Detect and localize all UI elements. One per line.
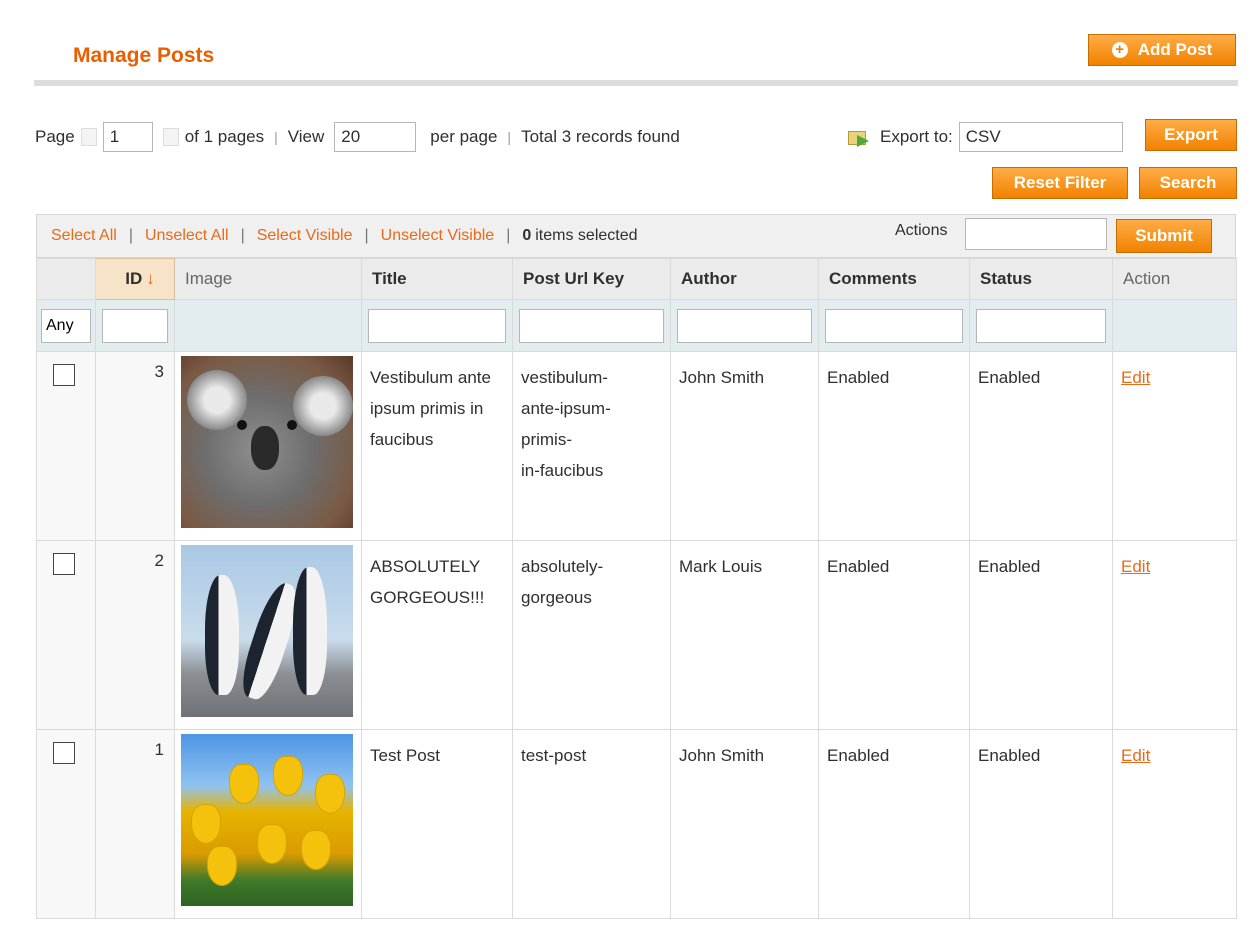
filter-url-key-input[interactable] [519, 308, 664, 343]
row-checkbox[interactable] [53, 364, 75, 386]
filter-comments-input[interactable] [825, 308, 963, 343]
table-row[interactable]: 3 Vestibulum ante ipsum primis in faucib… [36, 351, 1237, 541]
post-thumbnail [181, 734, 353, 906]
row-status: Enabled [969, 729, 1113, 919]
column-header-checkbox [36, 258, 96, 300]
column-header-id[interactable]: ID ↓ [95, 258, 175, 300]
add-post-label: Add Post [1137, 40, 1213, 59]
row-title: Test Post [361, 729, 513, 919]
sort-desc-icon: ↓ [146, 269, 155, 288]
row-comments: Enabled [818, 540, 970, 730]
column-header-author[interactable]: Author [670, 258, 819, 300]
filter-title-input[interactable] [368, 308, 506, 343]
table-row[interactable]: 1 Test Post test-post John Smith Enabled… [36, 729, 1237, 919]
export-group: Export to: [848, 122, 1123, 152]
prev-page-icon[interactable] [80, 128, 97, 146]
select-all-link[interactable]: Select All [51, 227, 117, 245]
row-id: 3 [95, 351, 175, 541]
row-checkbox[interactable] [53, 553, 75, 575]
header-row: ID ↓ Image Title Post Url Key Author Comm… [36, 258, 1237, 300]
select-visible-link[interactable]: Select Visible [257, 227, 353, 245]
search-button[interactable]: Search [1139, 167, 1237, 199]
page-label: Page [35, 127, 75, 146]
per-page-label: per page [430, 127, 498, 146]
row-checkbox[interactable] [53, 742, 75, 764]
page-input[interactable] [102, 122, 153, 152]
row-title: ABSOLUTELY GORGEOUS!!! [361, 540, 513, 730]
export-label: Export to: [880, 127, 953, 146]
row-id: 1 [95, 729, 175, 919]
export-button[interactable]: Export [1145, 119, 1237, 151]
row-status: Enabled [969, 351, 1113, 541]
filter-id-input[interactable] [102, 308, 168, 343]
filter-row [36, 299, 1237, 352]
row-author: John Smith [670, 729, 819, 919]
separator: | [274, 129, 278, 145]
edit-link[interactable]: Edit [1121, 557, 1150, 576]
row-id: 2 [95, 540, 175, 730]
table-row[interactable]: 2 ABSOLUTELY GORGEOUS!!! absolutely-gorg… [36, 540, 1237, 730]
column-header-comments[interactable]: Comments [818, 258, 970, 300]
per-page-input[interactable] [334, 122, 417, 152]
separator: | [507, 129, 512, 145]
export-format-select[interactable] [958, 122, 1123, 152]
row-comments: Enabled [818, 351, 970, 541]
row-status: Enabled [969, 540, 1113, 730]
selected-label: items selected [535, 227, 638, 244]
next-page-icon[interactable] [162, 128, 179, 146]
view-label: View [287, 127, 325, 146]
column-header-title[interactable]: Title [361, 258, 513, 300]
pager: Page of 1 pages | View per page | Total … [35, 122, 680, 152]
unselect-visible-link[interactable]: Unselect Visible [381, 227, 495, 245]
filter-status-input[interactable] [976, 308, 1106, 343]
actions-select[interactable] [965, 218, 1107, 250]
row-url-key: absolutely-gorgeous [512, 540, 671, 730]
post-thumbnail [181, 545, 353, 717]
export-icon [848, 127, 872, 147]
row-comments: Enabled [818, 729, 970, 919]
filter-any-select[interactable] [41, 308, 91, 343]
row-url-key: test-post [512, 729, 671, 919]
plus-icon: + [1111, 42, 1128, 58]
actions-label: Actions [895, 222, 948, 239]
edit-link[interactable]: Edit [1121, 746, 1150, 765]
title-divider [34, 80, 1238, 86]
row-author: Mark Louis [670, 540, 819, 730]
posts-grid: ID ↓ Image Title Post Url Key Author Comm… [36, 258, 1237, 919]
of-pages-text: of 1 pages [184, 127, 265, 146]
row-title: Vestibulum ante ipsum primis in faucibus [361, 351, 513, 541]
column-header-url-key[interactable]: Post Url Key [512, 258, 671, 300]
row-author: John Smith [670, 351, 819, 541]
reset-filter-button[interactable]: Reset Filter [992, 167, 1128, 199]
column-header-action: Action [1112, 258, 1237, 300]
unselect-all-link[interactable]: Unselect All [145, 227, 229, 245]
add-post-button[interactable]: + Add Post [1088, 34, 1236, 66]
row-url-key: vestibulum-ante-ipsum-primis-in-faucibus [512, 351, 671, 541]
column-header-status[interactable]: Status [969, 258, 1113, 300]
edit-link[interactable]: Edit [1121, 368, 1150, 387]
post-thumbnail [181, 356, 353, 528]
page-title: Manage Posts [73, 44, 215, 67]
filter-author-input[interactable] [677, 308, 812, 343]
selected-count: 0 [522, 227, 532, 244]
column-header-image[interactable]: Image [174, 258, 362, 300]
submit-button[interactable]: Submit [1116, 219, 1212, 253]
total-records: Total 3 records found [521, 127, 680, 146]
